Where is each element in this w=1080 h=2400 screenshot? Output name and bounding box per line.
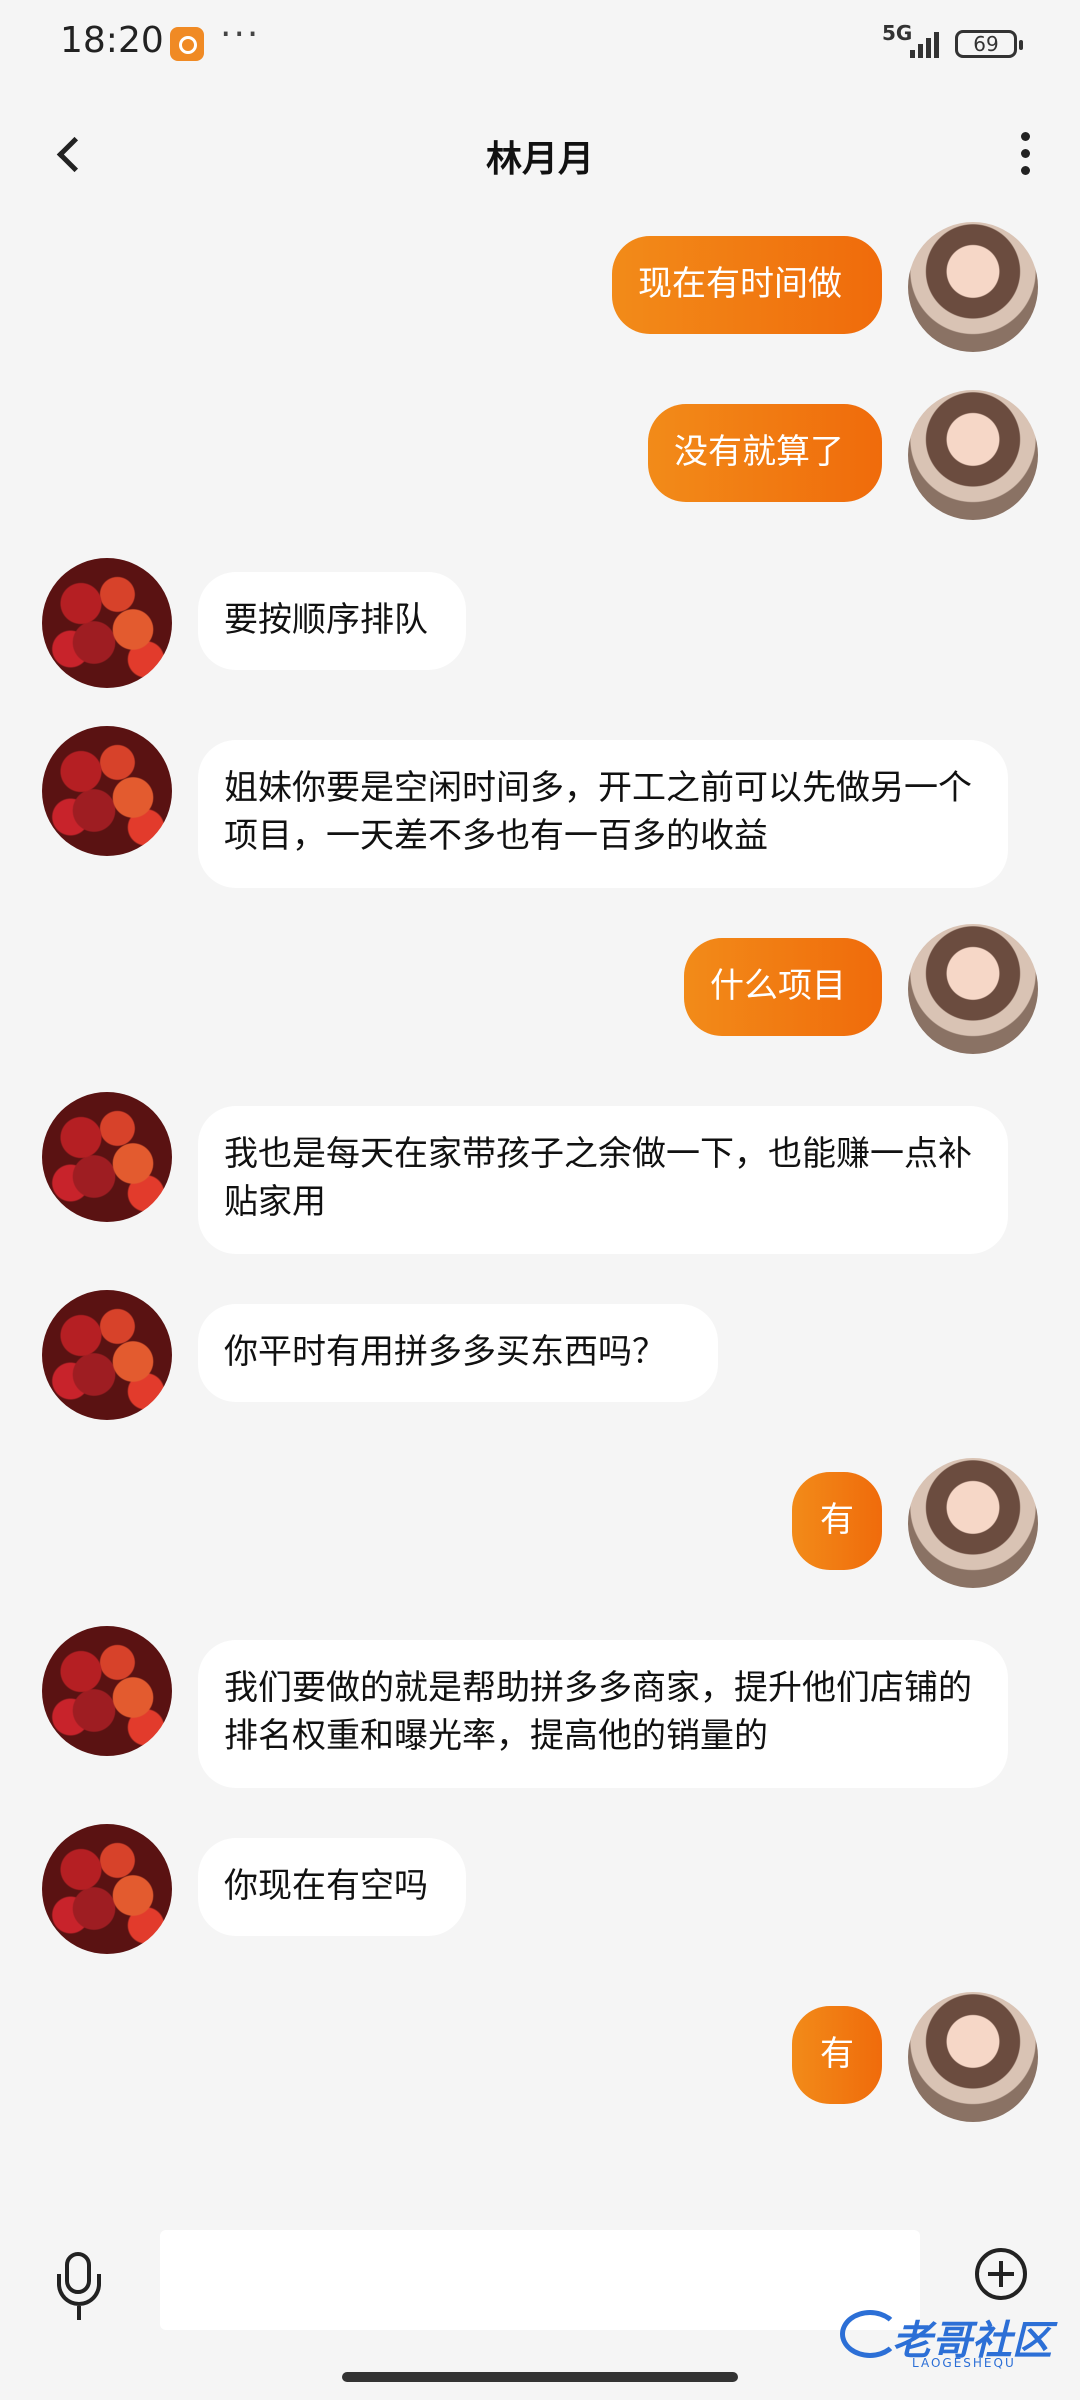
outgoing-bubble[interactable]: 有 <box>792 2006 882 2104</box>
chat-header: 林月月 <box>0 100 1080 210</box>
watermark-subtext: LAOGESHEQU <box>912 2356 1016 2370</box>
incoming-bubble[interactable]: 姐妹你要是空闲时间多，开工之前可以先做另一个项目，一天差不多也有一百多的收益 <box>198 740 1008 888</box>
app-notification-icon <box>170 27 204 61</box>
incoming-bubble[interactable]: 你平时有用拼多多买东西吗？ <box>198 1304 718 1402</box>
contact-avatar[interactable] <box>42 1290 172 1420</box>
contact-avatar[interactable] <box>42 1824 172 1954</box>
network-type: 5G <box>882 21 913 45</box>
status-bar: 18:20 ··· 5G 69 <box>0 0 1080 90</box>
watermark-icon <box>840 2310 900 2358</box>
my-avatar[interactable] <box>908 390 1038 520</box>
incoming-bubble[interactable]: 我也是每天在家带孩子之余做一下，也能赚一点补贴家用 <box>198 1106 1008 1254</box>
contact-avatar[interactable] <box>42 1092 172 1222</box>
message-input[interactable] <box>160 2230 920 2330</box>
battery-indicator: 69 <box>955 30 1023 58</box>
microphone-stand <box>77 2306 81 2320</box>
incoming-bubble[interactable]: 你现在有空吗 <box>198 1838 466 1936</box>
add-circle-icon[interactable] <box>975 2248 1027 2300</box>
more-notifications-icon: ··· <box>220 14 261 55</box>
contact-avatar[interactable] <box>42 726 172 856</box>
watermark-logo: 老哥社区 LAOGESHEQU <box>840 2300 1070 2380</box>
outgoing-bubble[interactable]: 现在有时间做 <box>612 236 882 334</box>
status-time: 18:20 <box>60 20 164 61</box>
my-avatar[interactable] <box>908 924 1038 1054</box>
incoming-bubble[interactable]: 我们要做的就是帮助拼多多商家，提升他们店铺的排名权重和曝光率，提高他的销量的 <box>198 1640 1008 1788</box>
chat-title: 林月月 <box>485 139 594 180</box>
contact-avatar[interactable] <box>42 1626 172 1756</box>
incoming-bubble[interactable]: 要按顺序排队 <box>198 572 466 670</box>
my-avatar[interactable] <box>908 222 1038 352</box>
home-indicator[interactable] <box>342 2372 738 2382</box>
my-avatar[interactable] <box>908 1992 1038 2122</box>
outgoing-bubble[interactable]: 有 <box>792 1472 882 1570</box>
outgoing-bubble[interactable]: 没有就算了 <box>648 404 882 502</box>
outgoing-bubble[interactable]: 什么项目 <box>684 938 882 1036</box>
my-avatar[interactable] <box>908 1458 1038 1588</box>
more-options-icon[interactable] <box>1010 128 1040 180</box>
signal-icon <box>910 28 942 58</box>
contact-avatar[interactable] <box>42 558 172 688</box>
